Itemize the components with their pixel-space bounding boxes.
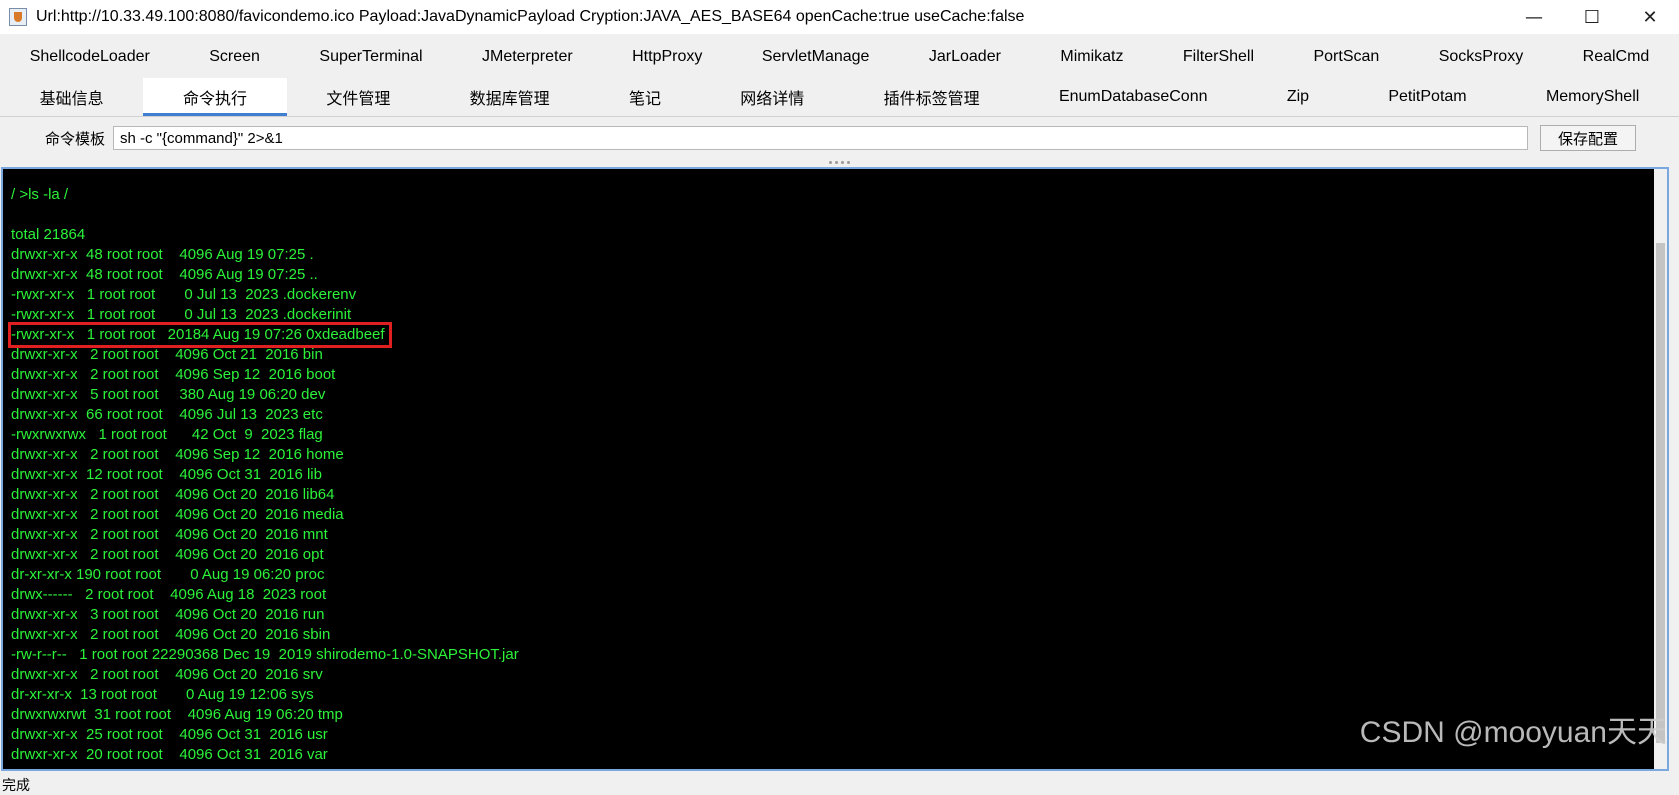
console-line: drwxr-xr-x 12 root root 4096 Oct 31 2016… xyxy=(11,466,322,483)
vertical-scrollbar[interactable] xyxy=(1654,169,1667,769)
console-line: drwxr-xr-x 2 root root 4096 Oct 20 2016 … xyxy=(11,486,335,503)
tab-4[interactable]: 数据库管理 xyxy=(430,78,589,116)
console-line: -rwxr-xr-x 1 root root 0 Jul 13 2023 .do… xyxy=(11,306,352,323)
tab-8[interactable]: EnumDatabaseConn xyxy=(1019,78,1247,116)
java-cup-icon xyxy=(9,8,27,26)
window-title: Url:http://10.33.49.100:8080/favicondemo… xyxy=(36,8,1025,25)
window-controls: — ☐ ✕ xyxy=(1505,0,1679,34)
main-tab-row: 基础信息 命令执行 文件管理 数据库管理 笔记 网络详情 插件标签管理 EnumDatabas… xyxy=(0,78,1679,117)
highlighted-console-line: -rwxr-xr-x 1 root root 20184 Aug 19 07:2… xyxy=(8,322,392,348)
tab-11[interactable]: MemoryShell xyxy=(1506,78,1679,116)
tab-7[interactable]: 插件标签管理 xyxy=(844,78,1019,116)
console-line: drwxr-xr-x 2 root root 4096 Oct 20 2016 … xyxy=(11,666,323,683)
tab-3[interactable]: 文件管理 xyxy=(287,78,430,116)
command-template-input[interactable] xyxy=(113,126,1528,150)
close-icon[interactable]: ✕ xyxy=(1621,0,1679,34)
tab-3[interactable]: SuperTerminal xyxy=(290,38,453,76)
console-line: drwxr-xr-x 2 root root 4096 Oct 20 2016 … xyxy=(11,626,331,643)
console-line: drwxr-xr-x 20 root root 4096 Oct 31 2016… xyxy=(11,746,328,763)
tab-1[interactable]: 基础信息 xyxy=(0,78,143,116)
splitter-handle[interactable] xyxy=(0,158,1679,166)
tab-12[interactable]: RealCmd xyxy=(1553,38,1679,76)
console-line: / >ls -la / xyxy=(11,186,69,203)
console-line: -rwxrwxrwx 1 root root 42 Oct 9 2023 fla… xyxy=(11,426,323,443)
tab-2[interactable]: Screen xyxy=(180,38,290,76)
console-line: drwxr-xr-x 2 root root 4096 Sep 12 2016 … xyxy=(11,366,336,383)
console-line: drwxr-xr-x 2 root root 4096 Oct 20 2016 … xyxy=(11,506,344,523)
tab-9[interactable]: Zip xyxy=(1247,78,1349,116)
tab-6[interactable]: ServletManage xyxy=(732,38,899,76)
tab-1[interactable]: ShellcodeLoader xyxy=(0,38,180,76)
watermark: CSDN @mooyuan天天 xyxy=(1359,716,1667,749)
console-line: dr-xr-xr-x 13 root root 0 Aug 19 12:06 s… xyxy=(11,686,314,703)
save-config-button[interactable]: 保存配置 xyxy=(1540,125,1636,151)
console-line: drwxr-xr-x 3 root root 4096 Oct 20 2016 … xyxy=(11,606,325,623)
minimize-icon[interactable]: — xyxy=(1505,0,1563,34)
tab-2[interactable]: 命令执行 xyxy=(143,78,287,116)
console-line: drwx------ 2 root root 4096 Aug 18 2023 … xyxy=(11,586,327,603)
tab-8[interactable]: Mimikatz xyxy=(1031,38,1154,76)
console-line: drwxr-xr-x 66 root root 4096 Jul 13 2023… xyxy=(11,406,323,423)
console-line: drwxr-xr-x 25 root root 4096 Oct 31 2016… xyxy=(11,726,328,743)
tab-5[interactable]: 笔记 xyxy=(589,78,700,116)
console-lines: / >ls -la / total 21864 drwxr-xr-x 48 root… xyxy=(8,185,519,765)
tab-9[interactable]: FilterShell xyxy=(1153,38,1284,76)
console-line: -rwxr-xr-x 1 root root 0 Jul 13 2023 .do… xyxy=(11,286,357,303)
console-line: drwxr-xr-x 48 root root 4096 Aug 19 07:2… xyxy=(11,246,314,263)
console-line: drwxr-xr-x 2 root root 4096 Oct 20 2016 … xyxy=(11,546,324,563)
tab-6[interactable]: 网络详情 xyxy=(701,78,844,116)
tab-10[interactable]: PetitPotam xyxy=(1349,78,1507,116)
plugin-tab-row: ShellcodeLoader Screen SuperTerminal JMeter… xyxy=(0,38,1679,76)
tab-11[interactable]: SocksProxy xyxy=(1409,38,1553,76)
console-line: drwxr-xr-x 2 root root 4096 Oct 20 2016 … xyxy=(11,526,328,543)
console-line: drwxr-xr-x 48 root root 4096 Aug 19 07:2… xyxy=(11,266,318,283)
console-line: dr-xr-xr-x 190 root root 0 Aug 19 06:20 … xyxy=(11,566,325,583)
console-line: total 21864 xyxy=(11,226,86,243)
tab-10[interactable]: PortScan xyxy=(1284,38,1409,76)
status-bar: 完成 xyxy=(0,775,1679,795)
maximize-icon[interactable]: ☐ xyxy=(1563,0,1621,34)
scrollbar-thumb[interactable] xyxy=(1656,243,1665,743)
tab-7[interactable]: JarLoader xyxy=(899,38,1030,76)
title-bar: Url:http://10.33.49.100:8080/favicondemo… xyxy=(0,0,1679,34)
console-output[interactable]: / >ls -la / total 21864 drwxr-xr-x 48 root… xyxy=(1,167,1669,771)
status-text: 完成 xyxy=(2,777,30,793)
console-line: drwxr-xr-x 5 root root 380 Aug 19 06:20 … xyxy=(11,386,326,403)
tab-4[interactable]: JMeterpreter xyxy=(452,38,602,76)
tab-5[interactable]: HttpProxy xyxy=(602,38,732,76)
command-template-label: 命令模板 xyxy=(45,130,106,148)
command-template-bar: 命令模板 保存配置 xyxy=(0,120,1679,156)
console-line: drwxr-xr-x 2 root root 4096 Sep 12 2016 … xyxy=(11,446,344,463)
console-line: drwxr-xr-x 2 root root 4096 Oct 21 2016 … xyxy=(11,346,323,363)
console-line: -rw-r--r-- 1 root root 22290368 Dec 19 2… xyxy=(11,646,519,663)
console-line: drwxrwxrwt 31 root root 4096 Aug 19 06:2… xyxy=(11,706,343,723)
